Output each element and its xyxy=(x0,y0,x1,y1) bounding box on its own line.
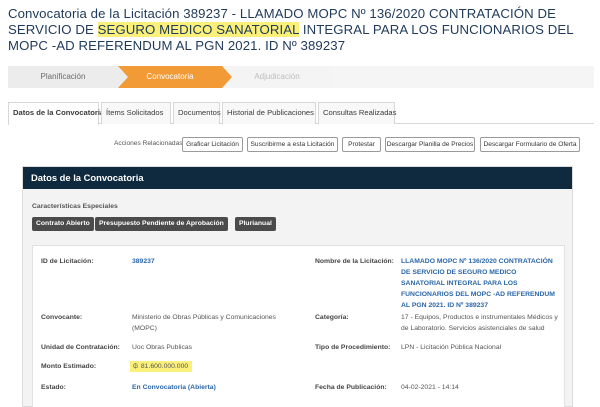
name-value[interactable]: LLAMADO MOPC Nº 136/2020 CONTRATACIÓN DE… xyxy=(401,256,561,311)
guarani-icon: ₲ xyxy=(132,363,139,370)
tab-documentos[interactable]: Documentos xyxy=(173,102,221,124)
step-arrow-2 xyxy=(222,66,232,88)
convocante-label: Convocante: xyxy=(41,314,83,321)
badge-presupuesto-pendiente: Presupuesto Pendiente de Aprobación xyxy=(95,217,228,231)
related-actions: Acciones Relacionadas: Graficar Licitaci… xyxy=(8,137,594,153)
graficar-licitacion-button[interactable]: Graficar Licitación xyxy=(182,137,243,152)
process-steps: Planificación Convocatoria Adjudicación xyxy=(8,66,594,88)
procedimiento-value: LPN - Licitación Pública Nacional xyxy=(401,344,502,351)
protestar-button[interactable]: Protestar xyxy=(342,137,381,152)
descargar-formulario-button[interactable]: Descargar Formulario de Oferta xyxy=(480,137,580,152)
descargar-planilla-button[interactable]: Descargar Planilla de Precios xyxy=(385,137,475,152)
fecha-value: 04-02-2021 - 14:14 xyxy=(401,384,459,391)
title-highlight: SEGURO MEDICO SANATORIAL xyxy=(97,22,300,37)
badge-contrato-abierto: Contrato Abierto xyxy=(32,217,94,231)
monto-value: 81.600.000.000 xyxy=(140,363,189,370)
panel-header: Datos de la Convocatoria xyxy=(23,167,572,189)
id-label: ID de Licitación: xyxy=(41,258,94,265)
step-convocatoria[interactable]: Convocatoria xyxy=(118,66,222,88)
badge-plurianual: Plurianual xyxy=(235,217,276,231)
unidad-value: Uoc Obras Publicas xyxy=(132,344,193,351)
features-label: Características Especiales xyxy=(32,203,118,210)
unidad-label: Unidad de Contratación: xyxy=(41,344,120,351)
tab-consultas-realizadas[interactable]: Consultas Realizadas xyxy=(318,102,396,124)
estado-value[interactable]: En Convocatoria (Abierta) xyxy=(132,382,216,393)
monto-value-box: ₲ 81.600.000.000 xyxy=(130,361,193,372)
procedimiento-label: Tipo de Procedimiento: xyxy=(315,344,391,351)
detail-table: ID de Licitación: 389237 Nombre de la Li… xyxy=(32,245,565,407)
categoria-value: 17 - Equipos, Productos e instrumentales… xyxy=(401,314,558,332)
estado-label: Estado: xyxy=(41,384,66,391)
step-arrow-1 xyxy=(118,66,128,88)
step-planificacion[interactable]: Planificación xyxy=(8,66,118,88)
tab-bar: Datos de la Convocatoria Ítems Solicitad… xyxy=(8,102,594,125)
convocatoria-panel: Datos de la Convocatoria Características… xyxy=(22,166,573,407)
suscribirme-button[interactable]: Suscribirme a esta Licitación xyxy=(247,137,338,152)
tab-datos-convocatoria[interactable]: Datos de la Convocatoria xyxy=(8,102,104,125)
id-value[interactable]: 389237 xyxy=(132,256,155,267)
actions-label: Acciones Relacionadas: xyxy=(114,140,185,147)
page-title: Convocatoria de la Licitación 389237 - L… xyxy=(8,6,594,54)
fecha-label: Fecha de Publicación: xyxy=(315,384,387,391)
categoria-label: Categoría: xyxy=(315,314,349,321)
monto-label: Monto Estimado: xyxy=(41,363,97,370)
convocante-value: Ministerio de Obras Públicas y Comunicac… xyxy=(132,314,276,332)
name-label: Nombre de la Licitación: xyxy=(315,258,394,265)
tab-historial-publicaciones[interactable]: Historial de Publicaciones xyxy=(222,102,316,124)
tab-items-solicitados[interactable]: Ítems Solicitados xyxy=(101,102,171,124)
step-adjudicacion[interactable]: Adjudicación xyxy=(222,66,332,88)
